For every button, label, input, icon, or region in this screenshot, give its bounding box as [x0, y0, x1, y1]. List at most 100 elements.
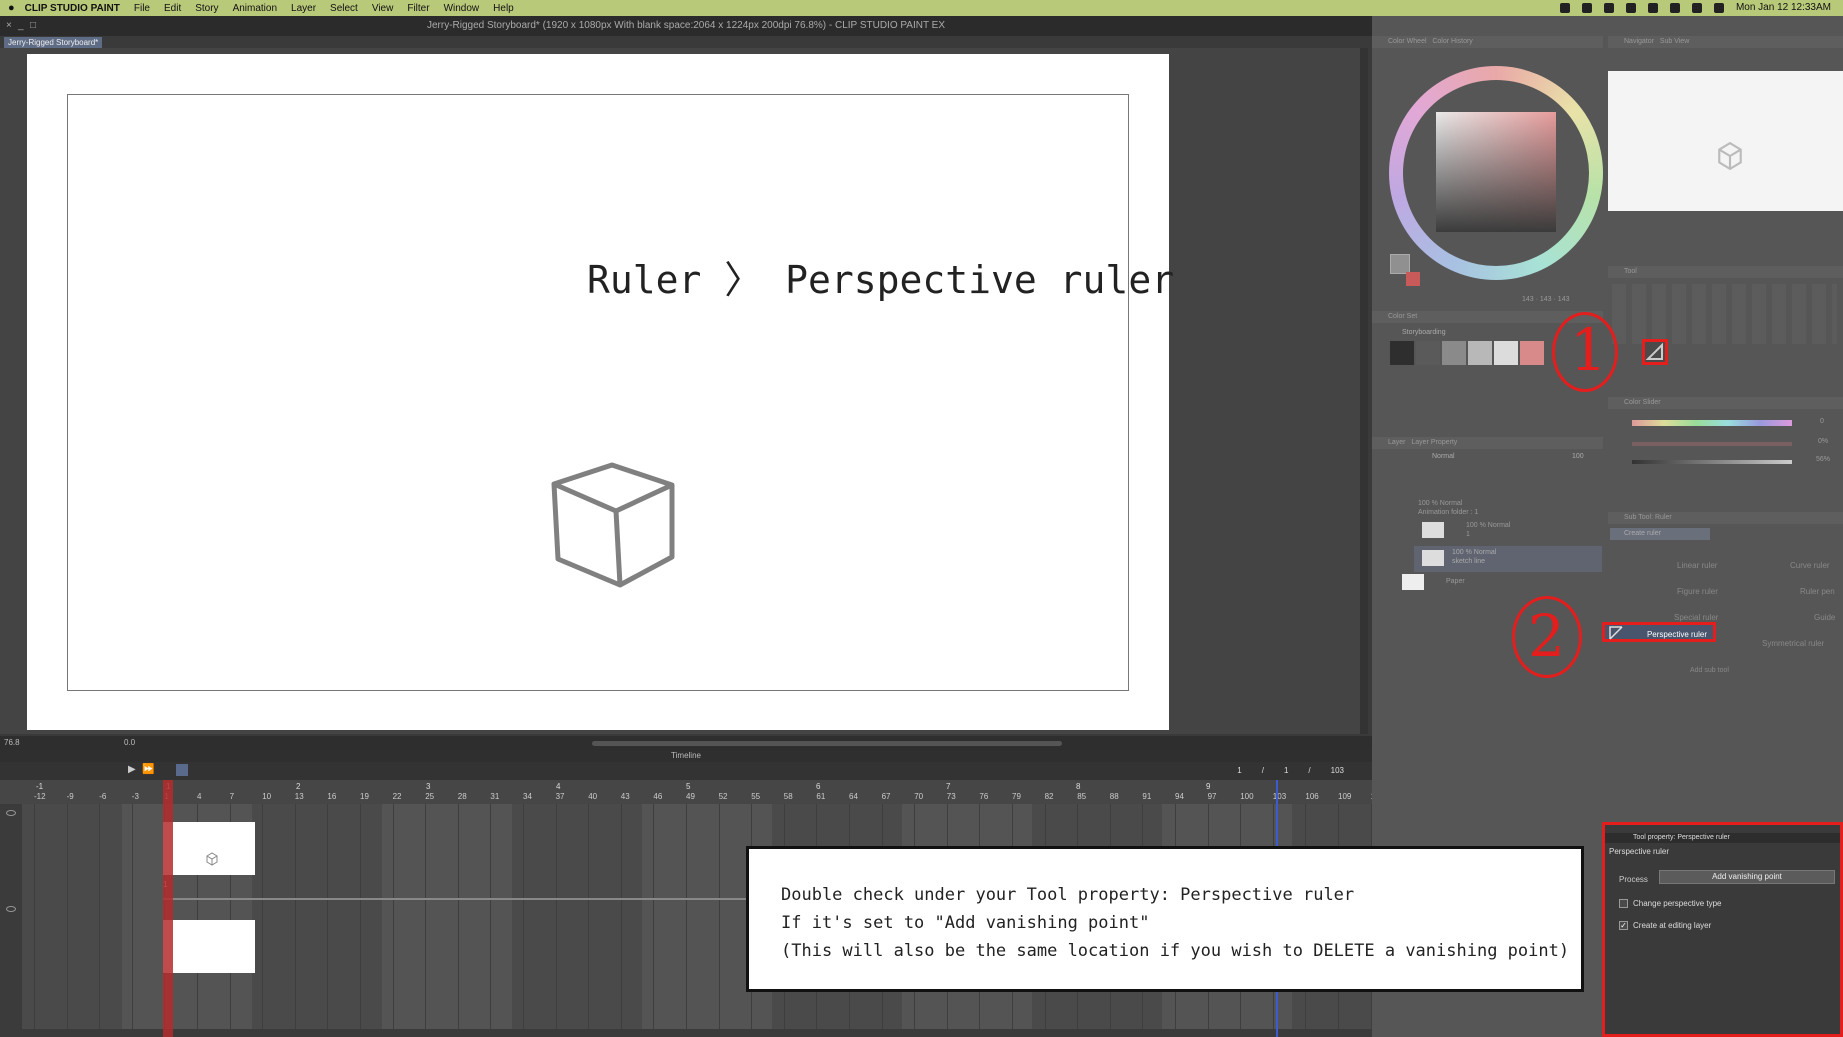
start-frame: 1 [1283, 766, 1289, 775]
layer-tab[interactable]: Layer Layer Property [1372, 437, 1603, 449]
canvas-horizontal-scrollbar[interactable] [592, 741, 1062, 746]
create-at-editing-layer-checkbox[interactable]: ✓ [1619, 921, 1628, 930]
layer-opacity[interactable]: 100 [1572, 453, 1584, 460]
zoom-value[interactable]: 76.8 [4, 738, 20, 747]
value-slider[interactable] [1632, 460, 1792, 464]
sub-tool-guide[interactable]: Guide [1814, 613, 1835, 622]
change-perspective-type-label: Change perspective type [1633, 899, 1722, 908]
menu-edit[interactable]: Edit [164, 3, 181, 14]
canvas-vertical-scrollbar[interactable] [1360, 48, 1368, 734]
menu-layer[interactable]: Layer [291, 3, 316, 14]
clock[interactable]: Mon Jan 12 12:33AM [1736, 2, 1831, 13]
menu-filter[interactable]: Filter [407, 3, 429, 14]
canvas-area[interactable]: Ruler 〉 Perspective ruler [0, 48, 1364, 734]
menu-select[interactable]: Select [330, 3, 358, 14]
color-swatch[interactable] [1416, 341, 1440, 365]
color-set-name[interactable]: Storyboarding [1402, 329, 1446, 336]
menu-story[interactable]: Story [195, 3, 218, 14]
menu-help[interactable]: Help [493, 3, 514, 14]
control-center-icon[interactable] [1713, 2, 1724, 13]
tool-tab[interactable]: Tool [1608, 266, 1843, 278]
menu-window[interactable]: Window [444, 3, 480, 14]
process-dropdown[interactable]: Add vanishing point [1659, 870, 1835, 884]
sub-tool-linear-ruler[interactable]: Linear ruler [1677, 561, 1717, 570]
timeline-tick: 88 [1109, 792, 1119, 801]
layer-row[interactable]: 100 % Normal sketch line [1414, 546, 1602, 572]
color-swatch[interactable] [1494, 341, 1518, 365]
next-frame-icon[interactable]: ⏩ [142, 764, 154, 775]
sub-tool-special-ruler[interactable]: Special ruler [1674, 613, 1718, 622]
cel-thumbnail[interactable] [163, 822, 255, 875]
slider-value: 56% [1816, 456, 1831, 463]
app-name[interactable]: CLIP STUDIO PAINT [25, 3, 120, 14]
timeline-ruler[interactable]: -12-9-6-31471013161922252831343740434649… [0, 780, 1379, 804]
rotation-value[interactable]: 0.0 [124, 738, 135, 747]
main-color-swatch[interactable] [1390, 254, 1410, 274]
tool-property-header[interactable]: Tool property: Perspective ruler [1605, 833, 1840, 843]
track-visibility-icon[interactable] [6, 906, 16, 912]
create-ruler-group[interactable]: Create ruler [1610, 528, 1710, 540]
add-sub-tool-button[interactable]: Add sub tool [1690, 667, 1729, 674]
timeline-section-label: 4 [556, 782, 561, 791]
sub-tool-symmetrical-ruler[interactable]: Symmetrical ruler [1762, 639, 1824, 648]
navigator-tab[interactable]: Navigator Sub View [1608, 36, 1843, 48]
document-tab[interactable]: Jerry-Rigged Storyboard* [4, 37, 103, 48]
color-saturation-square[interactable] [1436, 112, 1556, 232]
play-icon[interactable]: ▶ [128, 764, 136, 775]
maximize-window-icon[interactable]: □ [30, 16, 36, 36]
timeline-tick: 52 [718, 792, 728, 801]
keyboard-input-icon[interactable] [1603, 2, 1614, 13]
sub-tool-figure-ruler[interactable]: Figure ruler [1677, 587, 1718, 596]
sub-color-swatch[interactable] [1406, 272, 1420, 286]
change-perspective-type-checkbox[interactable] [1619, 899, 1628, 908]
sub-tool-ruler-pen[interactable]: Ruler pen [1800, 587, 1835, 596]
headphones-icon[interactable] [1647, 2, 1658, 13]
layer-row[interactable]: 100 % Normal Animation folder : 1 [1402, 500, 1602, 520]
timeline-tick: 73 [946, 792, 956, 801]
color-slider-tab[interactable]: Color Slider [1608, 397, 1843, 409]
navigator-preview[interactable] [1608, 71, 1843, 211]
minimize-window-icon[interactable]: _ [18, 16, 24, 36]
canvas-annotation: Ruler 〉 Perspective ruler [587, 258, 1175, 302]
color-swatch[interactable] [1390, 341, 1414, 365]
menu-view[interactable]: View [372, 3, 394, 14]
timeline-tick: 76 [979, 792, 989, 801]
canvas-paper[interactable]: Ruler 〉 Perspective ruler [27, 54, 1174, 730]
timeline-toolbar: ▶ ⏩ 1 / 1 / 103 [0, 762, 1372, 780]
timeline-tick: 19 [360, 792, 369, 801]
color-swatch[interactable] [1442, 341, 1466, 365]
layer-row[interactable]: 100 % Normal 1 [1422, 522, 1602, 544]
grid-icon[interactable] [1581, 2, 1592, 13]
timeline-section-label: 7 [946, 782, 951, 791]
color-wheel-tab[interactable]: Color Wheel Color History [1372, 36, 1603, 48]
menu-animation[interactable]: Animation [233, 3, 277, 14]
sub-tool-perspective-ruler[interactable]: Perspective ruler [1602, 622, 1716, 642]
tool-icons-row [1612, 284, 1837, 344]
menu-file[interactable]: File [134, 3, 150, 14]
blend-mode-select[interactable]: Normal [1432, 453, 1455, 460]
bluetooth-icon[interactable] [1669, 2, 1680, 13]
process-label: Process [1619, 875, 1648, 884]
playhead[interactable] [163, 780, 173, 1037]
timeline-tick: 37 [555, 792, 565, 801]
sub-tool-curve-ruler[interactable]: Curve ruler [1790, 561, 1830, 570]
loop-icon[interactable] [176, 764, 188, 776]
wifi-icon[interactable] [1691, 2, 1702, 13]
timeline-tick: 70 [914, 792, 924, 801]
display-icon[interactable] [1625, 2, 1636, 13]
perspective-ruler-icon [1609, 626, 1623, 640]
track-visibility-icon[interactable] [6, 810, 16, 816]
ruler-tool-button[interactable] [1642, 339, 1668, 365]
saturation-slider[interactable] [1632, 442, 1792, 446]
color-swatch[interactable] [1520, 341, 1544, 365]
dropbox-icon[interactable] [1559, 2, 1570, 13]
apple-icon[interactable]: ● [8, 2, 15, 14]
sub-tool-tab[interactable]: Sub Tool: Ruler [1608, 512, 1843, 524]
close-window-icon[interactable]: × [6, 16, 12, 36]
hue-slider[interactable] [1632, 420, 1792, 426]
layer-row[interactable]: Paper [1402, 572, 1602, 594]
timeline-tick: 22 [392, 792, 402, 801]
frame-counter: 1 / 1 / 103 [1237, 766, 1344, 775]
color-swatch[interactable] [1468, 341, 1492, 365]
cel-thumbnail[interactable] [163, 920, 255, 973]
